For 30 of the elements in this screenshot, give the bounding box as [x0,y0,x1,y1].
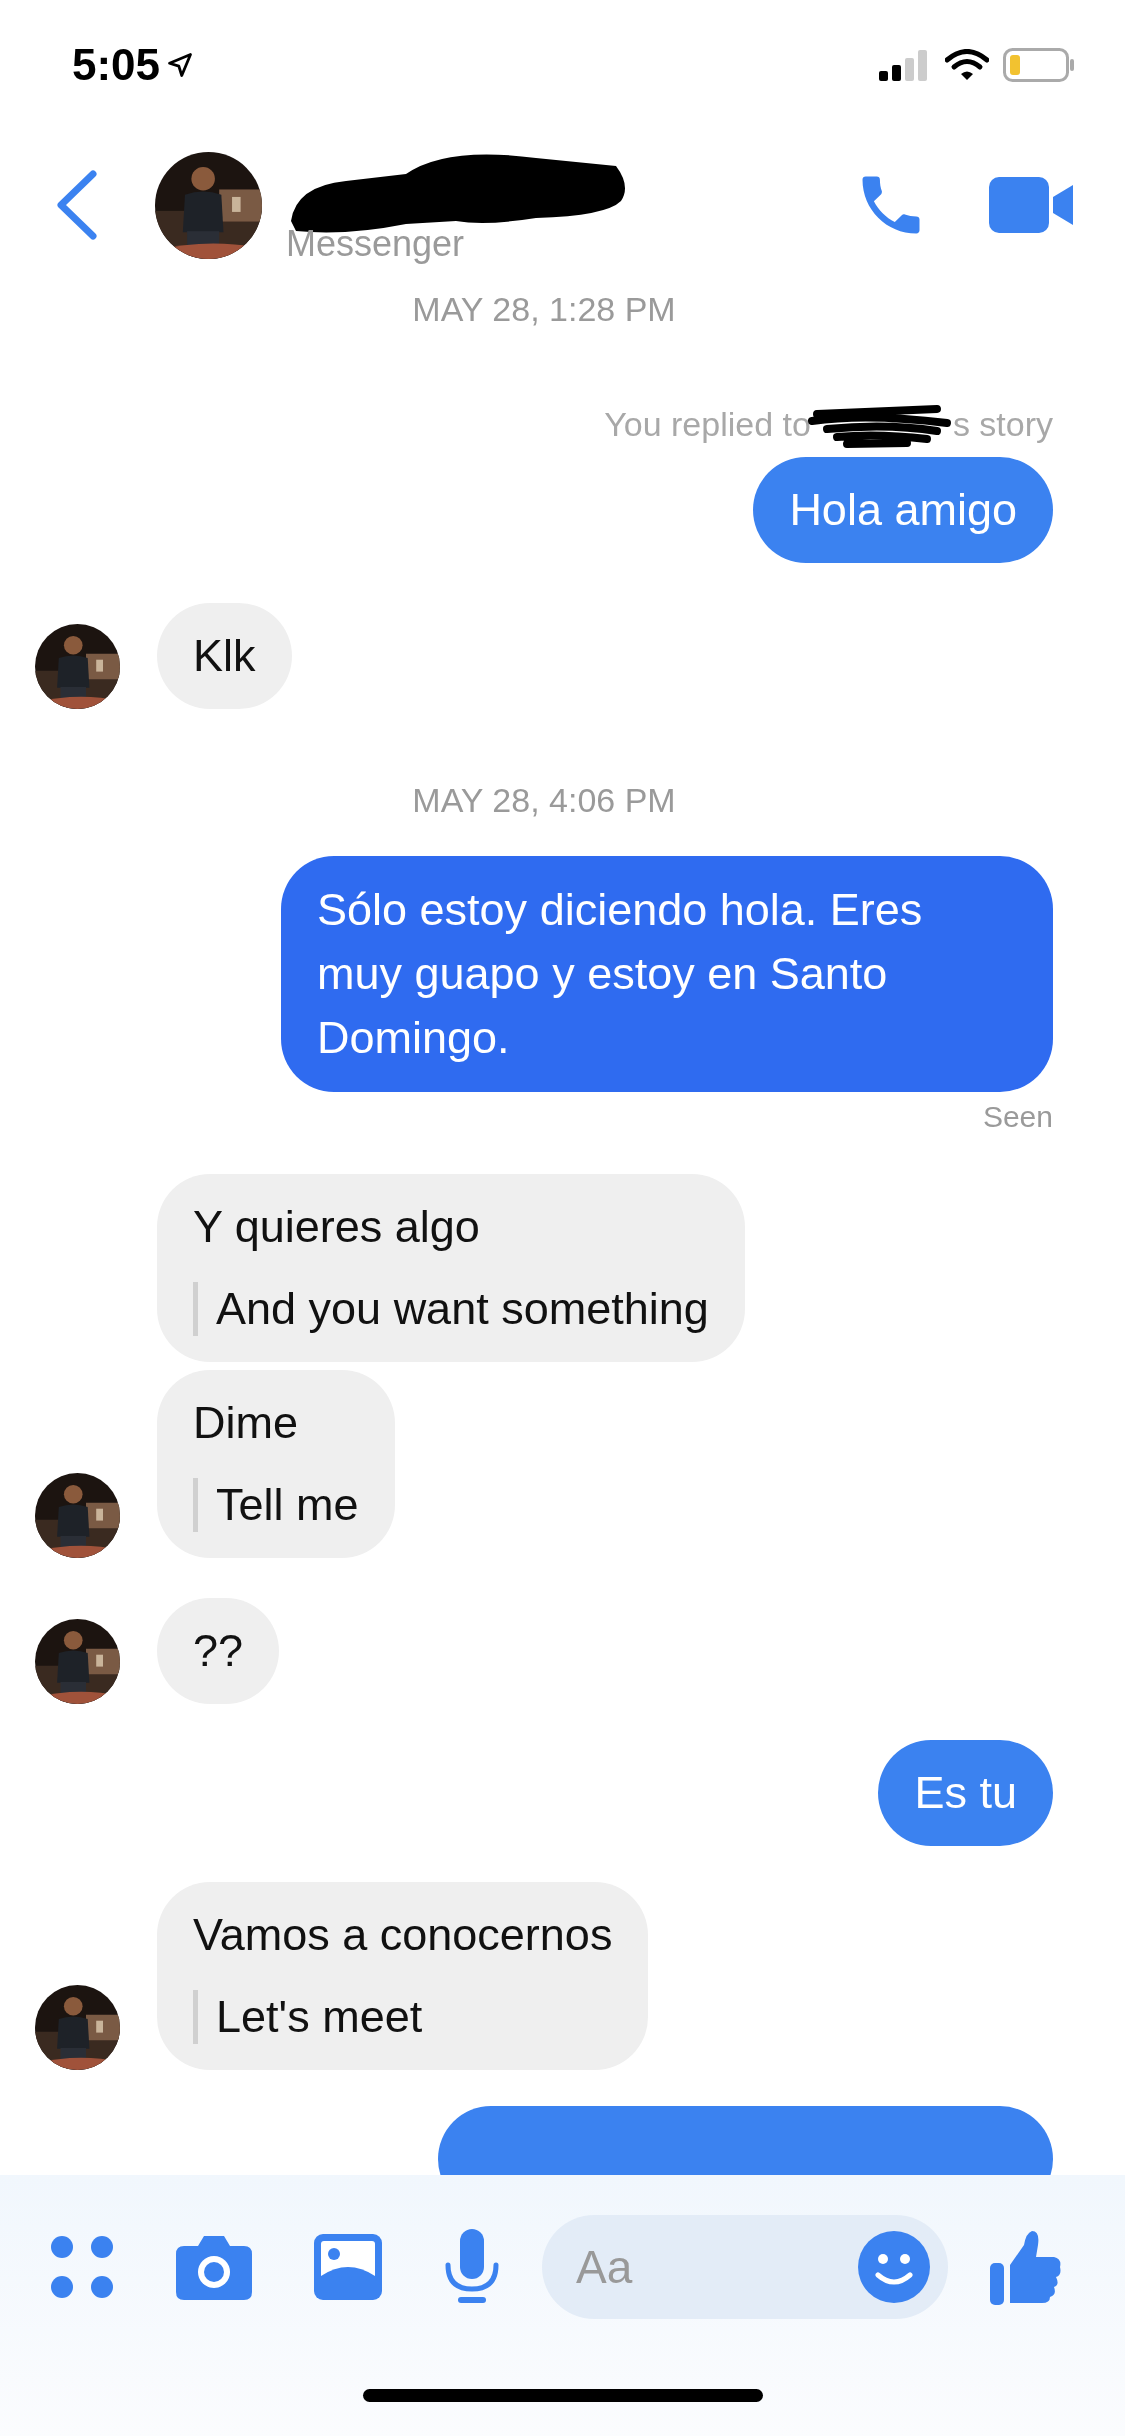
back-icon[interactable] [55,170,99,240]
message-input-field[interactable]: Aa [542,2215,948,2319]
message-text: Vamos a conocernos [193,1908,613,1962]
timestamp: MAY 28, 4:06 PM [412,781,676,820]
smiley-icon[interactable] [858,2231,930,2303]
story-note: You replied to [604,404,811,444]
sent-message-bubble: Hola amigo [753,457,1053,563]
grid-dots-icon[interactable] [50,2235,114,2299]
video-camera-icon[interactable] [989,177,1075,233]
timestamp: MAY 28, 1:28 PM [412,290,676,329]
microphone-icon[interactable] [444,2229,500,2305]
clock-time: 5:05 [72,40,161,90]
message-text: Dime [193,1396,299,1450]
location-arrow-icon [166,51,195,79]
translation-text: Let's meet [193,1990,613,2044]
translation-text: Tell me [193,1478,359,1532]
seen-status: Seen [982,1100,1053,1134]
image-icon[interactable] [314,2234,382,2300]
story-note: s story [952,404,1053,444]
camera-icon[interactable] [176,2234,252,2300]
translation-text: And you want something [193,1282,709,1336]
sent-message-bubble: Sólo estoy diciendo hola. Eres muy guapo y estoy en Santo Domingo. [281,856,1053,1092]
message-text: ?? [193,1624,244,1678]
thumbs-up-icon[interactable] [990,2229,1062,2305]
battery-icon [1003,48,1075,82]
message-text: Y quieres algo [193,1200,481,1254]
message-text: Klk [193,629,256,683]
subtitle: Messenger [286,222,466,265]
wifi-icon [945,49,989,81]
sent-message-bubble: Es tu [878,1740,1053,1846]
